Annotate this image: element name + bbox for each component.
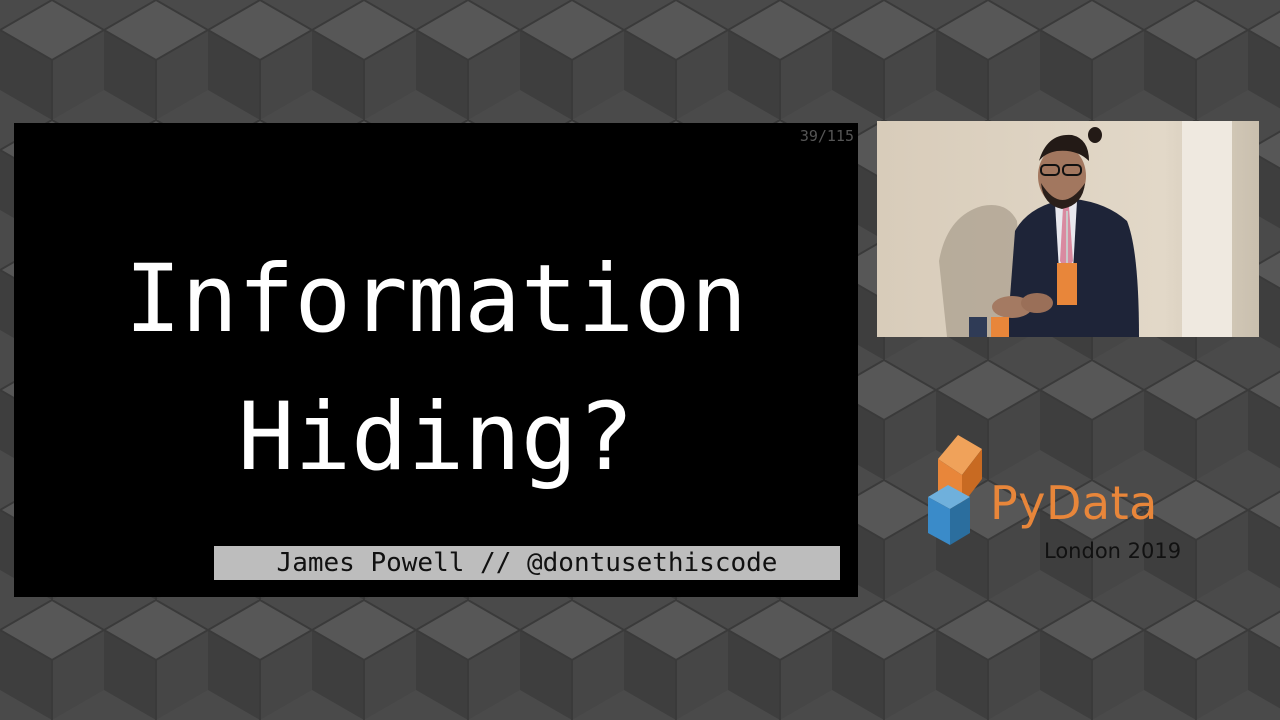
slide-counter: 39/115	[799, 127, 854, 145]
slide-title: Information Hiding?	[14, 231, 858, 507]
slide-title-line-1: Information	[124, 245, 748, 354]
event-label: London 2019	[1044, 539, 1182, 563]
presentation-slide: 39/115 Information Hiding? James Powell …	[14, 123, 858, 597]
pydata-cube-icon	[928, 435, 982, 545]
pydata-logo: PyData London 2019	[924, 433, 1224, 573]
speaker-byline: James Powell // @dontusethiscode	[214, 546, 840, 580]
slide-title-line-2: Hiding?	[237, 383, 635, 492]
speaker-image	[877, 121, 1259, 337]
pydata-wordmark: PyData	[990, 476, 1158, 530]
speaker-video-feed	[877, 121, 1259, 337]
